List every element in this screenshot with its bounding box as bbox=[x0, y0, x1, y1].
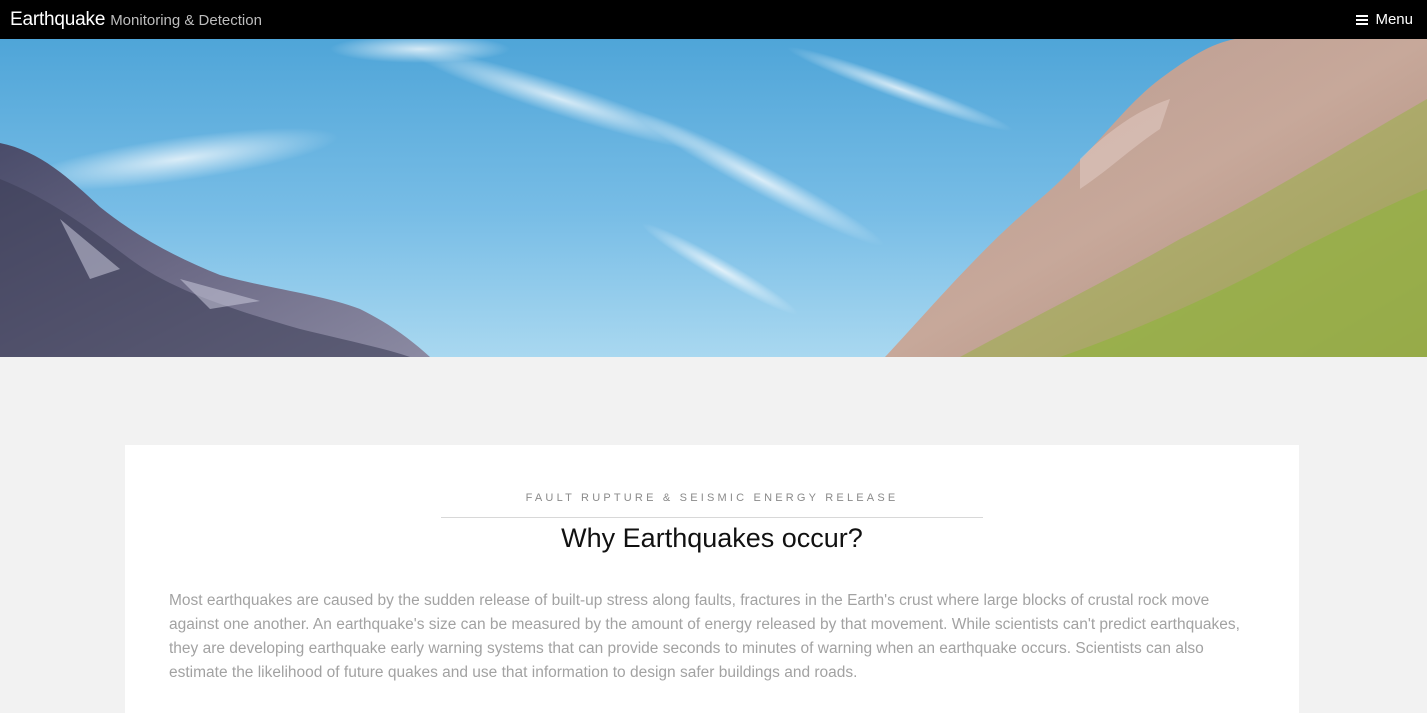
brand-title: Earthquake bbox=[10, 8, 106, 30]
hero-landscape bbox=[0, 39, 1427, 357]
section-kicker: FAULT RUPTURE & SEISMIC ENERGY RELEASE bbox=[525, 492, 899, 504]
hamburger-icon bbox=[1356, 14, 1369, 25]
menu-button[interactable]: Menu bbox=[1356, 11, 1413, 28]
menu-label: Menu bbox=[1375, 11, 1413, 28]
section-title: Why Earthquakes occur? bbox=[561, 523, 863, 553]
top-nav-bar: Earthquake Monitoring & Detection Menu bbox=[0, 0, 1427, 39]
brand-subtitle: Monitoring & Detection bbox=[110, 11, 262, 29]
content-card: FAULT RUPTURE & SEISMIC ENERGY RELEASE W… bbox=[125, 445, 1299, 713]
site-brand[interactable]: Earthquake Monitoring & Detection bbox=[10, 9, 262, 31]
section-body: Most earthquakes are caused by the sudde… bbox=[169, 592, 1240, 681]
hero-image bbox=[0, 39, 1427, 357]
section-divider bbox=[441, 517, 983, 518]
